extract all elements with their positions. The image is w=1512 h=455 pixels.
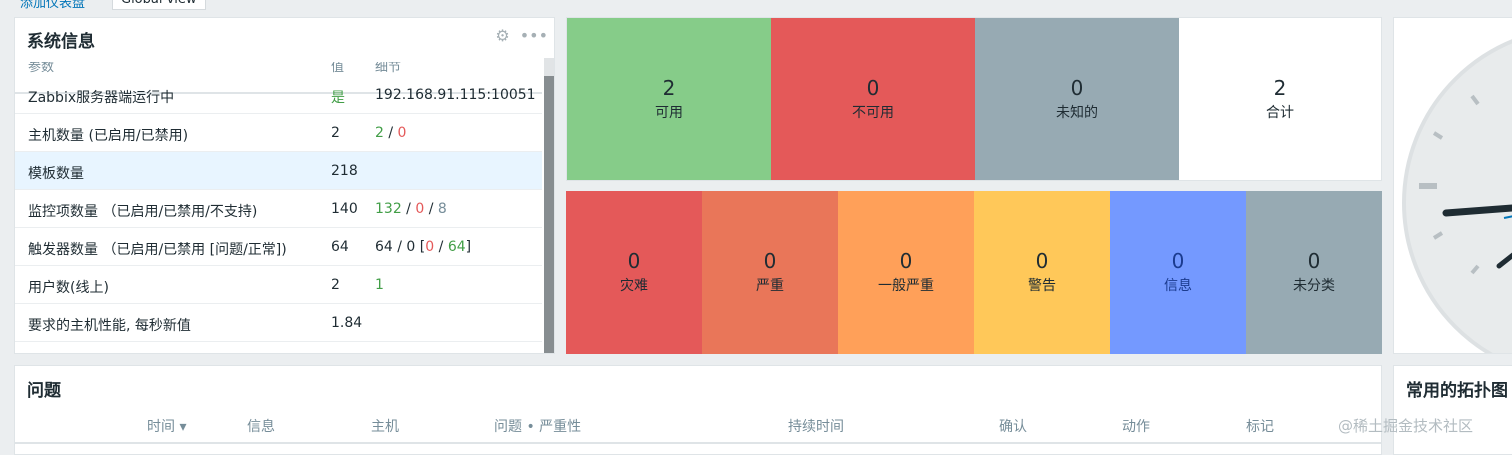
column-tags: 标记 bbox=[1246, 419, 1274, 435]
row-param: 用户数(线上) bbox=[28, 280, 109, 296]
scrollbar-thumb[interactable] bbox=[544, 76, 554, 353]
availability-count: 0 bbox=[866, 76, 880, 100]
row-value: 140 bbox=[331, 201, 358, 217]
table-row: Zabbix服务器端运行中 是 192.168.91.115:10051 bbox=[15, 76, 542, 114]
row-value: 218 bbox=[331, 163, 358, 179]
availability-count: 2 bbox=[1273, 76, 1287, 100]
column-actions: 动作 bbox=[1122, 419, 1150, 435]
severity-average[interactable]: 0 一般严重 bbox=[838, 191, 974, 354]
table-row: 用户数(线上) 2 1 bbox=[15, 266, 542, 304]
severity-label: 信息 bbox=[1164, 278, 1192, 294]
row-details: 64 / 0 [0 / 64] bbox=[375, 239, 472, 255]
column-time[interactable]: 时间 ▾ bbox=[147, 416, 186, 436]
row-value: 64 bbox=[331, 239, 349, 255]
more-icon[interactable]: ••• bbox=[520, 26, 548, 45]
availability-count: 0 bbox=[1070, 76, 1084, 100]
row-value: 2 bbox=[331, 277, 340, 293]
availability-label: 可用 bbox=[655, 105, 683, 121]
header-details: 细节 bbox=[375, 62, 402, 75]
availability-label: 合计 bbox=[1266, 105, 1294, 121]
severity-count: 0 bbox=[899, 249, 913, 273]
clock-mark-9 bbox=[1419, 183, 1437, 189]
availability-total[interactable]: 2 合计 bbox=[1179, 18, 1381, 180]
clock-face bbox=[1402, 39, 1512, 353]
severity-label: 警告 bbox=[1028, 278, 1056, 294]
header-value: 值 bbox=[331, 62, 345, 75]
severity-information[interactable]: 0 信息 bbox=[1110, 191, 1246, 354]
header-divider bbox=[15, 442, 1381, 444]
header-param: 参数 bbox=[28, 62, 55, 75]
breadcrumb-dashboards[interactable]: 添加仪表盘 bbox=[20, 0, 85, 11]
row-param: 要求的主机性能, 每秒新值 bbox=[28, 318, 191, 334]
table-row: 要求的主机性能, 每秒新值 1.84 bbox=[15, 304, 542, 342]
breadcrumb: 添加仪表盘 Global view bbox=[0, 0, 1512, 11]
watermark: @稀土掘金技术社区 bbox=[1338, 417, 1474, 435]
column-duration: 持续时间 bbox=[788, 419, 844, 435]
severity-label: 一般严重 bbox=[878, 278, 934, 294]
row-param: 触发器数量 （已启用/已禁用 [问题/正常]) bbox=[28, 242, 287, 258]
system-info-widget: 系统信息 ⚙ ••• 参数 值 细节 Zabbix服务器端运行中 是 192.16… bbox=[14, 17, 555, 354]
column-info: 信息 bbox=[247, 419, 275, 435]
table-row: 监控项数量 （已启用/已禁用/不支持) 140 132 / 0 / 8 bbox=[15, 190, 542, 228]
availability-available[interactable]: 2 可用 bbox=[567, 18, 771, 180]
row-param: 主机数量 (已启用/已禁用) bbox=[28, 128, 189, 144]
availability-unavailable[interactable]: 0 不可用 bbox=[771, 18, 975, 180]
table-row: 主机数量 (已启用/已禁用) 2 2 / 0 bbox=[15, 114, 542, 152]
problems-by-severity-widget: 0 灾难 0 严重 0 一般严重 0 警告 0 信息 0 未分类 bbox=[566, 191, 1382, 354]
row-value: 2 bbox=[331, 125, 340, 141]
clock-circle bbox=[1402, 39, 1512, 353]
problems-widget: 问题 时间 ▾ 信息 主机 问题 • 严重性 持续时间 确认 动作 标记 bbox=[14, 365, 1382, 455]
severity-not-classified[interactable]: 0 未分类 bbox=[1246, 191, 1382, 354]
availability-unknown[interactable]: 0 未知的 bbox=[975, 18, 1179, 180]
gear-icon[interactable]: ⚙ bbox=[495, 26, 509, 45]
widget-title: 问题 bbox=[27, 381, 61, 401]
table-row: 触发器数量 （已启用/已禁用 [问题/正常]) 64 64 / 0 [0 / 6… bbox=[15, 228, 542, 266]
favourite-maps-widget: 常用的拓扑图 bbox=[1393, 365, 1512, 455]
table-row: 模板数量 218 bbox=[15, 152, 542, 190]
severity-count: 0 bbox=[1035, 249, 1049, 273]
row-param: 监控项数量 （已启用/已禁用/不支持) bbox=[28, 204, 258, 220]
availability-label: 不可用 bbox=[852, 105, 894, 121]
severity-high[interactable]: 0 严重 bbox=[702, 191, 838, 354]
row-param: 模板数量 bbox=[28, 166, 84, 182]
row-value: 是 bbox=[331, 90, 345, 106]
severity-count: 0 bbox=[1307, 249, 1321, 273]
severity-count: 0 bbox=[763, 249, 777, 273]
row-details: 132 / 0 / 8 bbox=[375, 201, 447, 217]
clock-widget bbox=[1393, 17, 1512, 354]
severity-warning[interactable]: 0 警告 bbox=[974, 191, 1110, 354]
availability-count: 2 bbox=[662, 76, 676, 100]
breadcrumb-current[interactable]: Global view bbox=[112, 0, 206, 10]
column-host[interactable]: 主机 bbox=[371, 416, 399, 436]
host-availability-widget: 2 可用 0 不可用 0 未知的 2 合计 bbox=[566, 17, 1382, 181]
widget-title: 系统信息 bbox=[27, 32, 95, 52]
severity-count: 0 bbox=[627, 249, 641, 273]
severity-label: 灾难 bbox=[620, 278, 648, 294]
severity-count: 0 bbox=[1171, 249, 1185, 273]
column-ack: 确认 bbox=[999, 419, 1027, 435]
severity-disaster[interactable]: 0 灾难 bbox=[566, 191, 702, 354]
row-details: 192.168.91.115:10051 bbox=[375, 87, 536, 103]
severity-label: 未分类 bbox=[1293, 278, 1335, 294]
availability-label: 未知的 bbox=[1056, 105, 1098, 121]
row-param: Zabbix服务器端运行中 bbox=[28, 90, 175, 106]
row-details: 2 / 0 bbox=[375, 125, 407, 141]
widget-controls: ⚙ ••• bbox=[485, 26, 548, 45]
row-details: 1 bbox=[375, 277, 384, 293]
column-problem-severity[interactable]: 问题 • 严重性 bbox=[494, 416, 581, 436]
row-value: 1.84 bbox=[331, 315, 363, 331]
severity-label: 严重 bbox=[756, 278, 784, 294]
widget-title: 常用的拓扑图 bbox=[1406, 381, 1508, 401]
